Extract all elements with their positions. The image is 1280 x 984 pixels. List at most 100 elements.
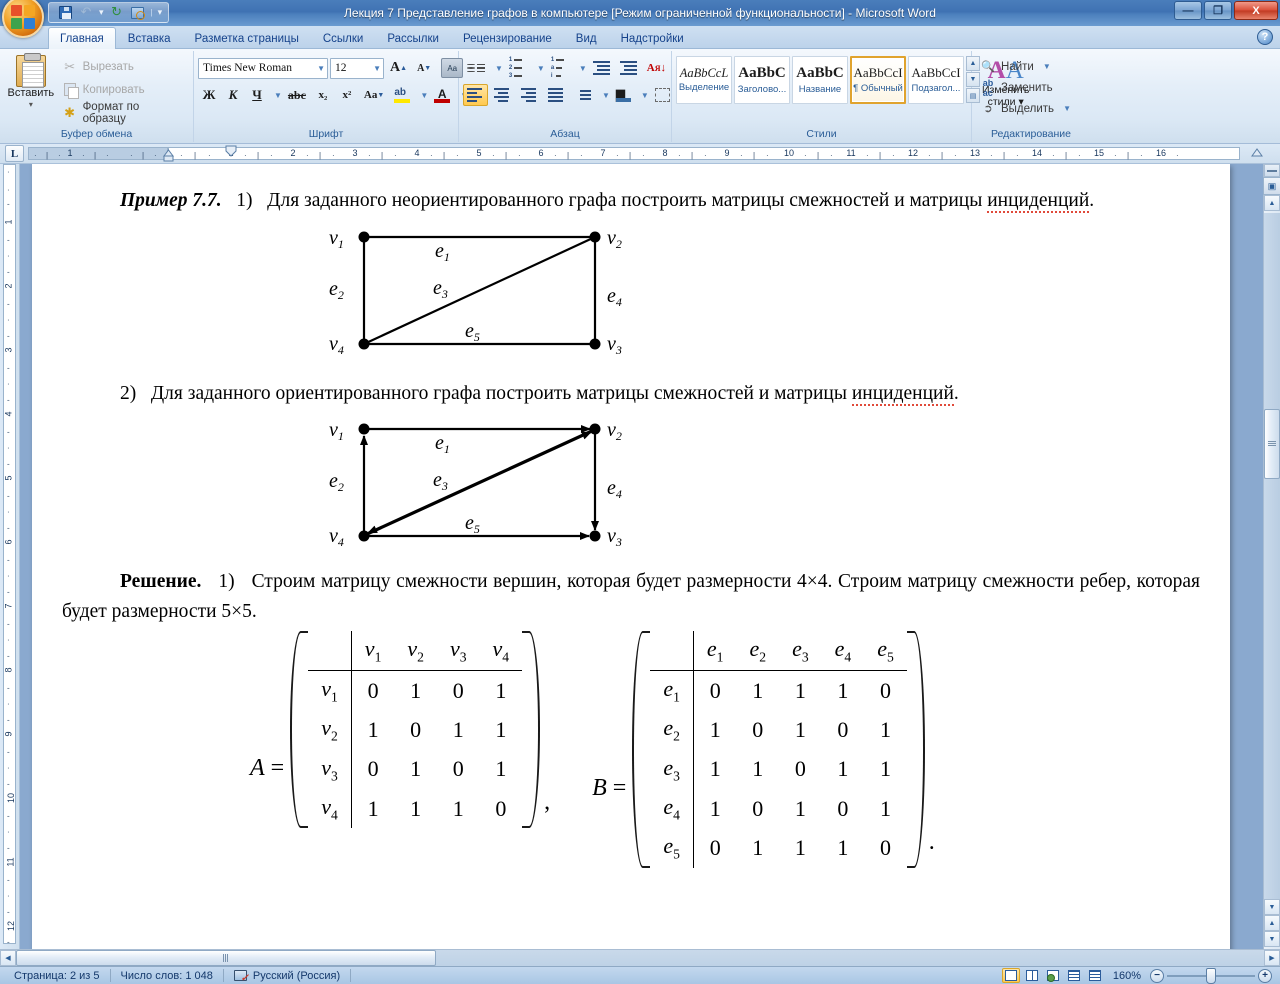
find-button[interactable]: 🔍 Найти ▼	[976, 56, 1055, 77]
document-canvas[interactable]: Пример 7.7. 1) Для заданного неориентиро…	[20, 164, 1263, 949]
highlight-dropdown-caret[interactable]: ▼	[416, 91, 428, 100]
redo-button[interactable]: ↻	[109, 5, 125, 21]
language-indicator[interactable]: ✓ Русский (Россия)	[224, 967, 350, 984]
view-print-layout-button[interactable]	[1001, 968, 1020, 983]
paste-dropdown-caret[interactable]: ▾	[29, 100, 33, 109]
view-web-layout-button[interactable]	[1044, 968, 1062, 983]
align-center-button[interactable]	[490, 84, 515, 106]
bullets-dropdown-caret[interactable]: ▼	[491, 64, 503, 73]
previous-page-button[interactable]: ▲	[1264, 915, 1280, 931]
page-indicator[interactable]: Страница: 2 из 5	[4, 967, 110, 984]
find-dropdown-caret[interactable]: ▼	[1039, 62, 1051, 71]
zoom-level[interactable]: 160%	[1107, 970, 1147, 982]
zoom-in-button[interactable]: +	[1258, 968, 1272, 983]
tab-stop-selector[interactable]: L	[5, 145, 24, 162]
style-item-subtitle[interactable]: AaBbCcI Подзагол...	[908, 56, 964, 104]
horizontal-scrollbar-thumb[interactable]	[16, 950, 436, 966]
sort-button[interactable]: АЯ↓	[643, 57, 670, 79]
superscript-button[interactable]: x²	[336, 84, 358, 106]
text-highlight-button[interactable]: ab	[390, 84, 414, 106]
bold-button[interactable]: Ж	[198, 84, 220, 106]
tab-mailings[interactable]: Рассылки	[375, 28, 451, 49]
document-page[interactable]: Пример 7.7. 1) Для заданного неориентиро…	[32, 164, 1230, 949]
undo-button[interactable]: ↶	[78, 5, 94, 21]
tab-review[interactable]: Рецензирование	[451, 28, 564, 49]
subscript-button[interactable]: x₂	[312, 84, 334, 106]
grow-font-button[interactable]: A ▲	[386, 57, 411, 79]
paste-button[interactable]: Вставить ▾	[4, 53, 58, 109]
paragraph-solution[interactable]: Решение. 1) Строим матрицу смежности вер…	[62, 567, 1200, 626]
borders-button[interactable]	[651, 84, 674, 106]
underline-button[interactable]: Ч	[246, 84, 268, 106]
scroll-left-button[interactable]: ◀	[0, 950, 16, 966]
tab-page-layout[interactable]: Разметка страницы	[183, 28, 311, 49]
first-line-indent-marker[interactable]	[223, 145, 239, 157]
ruler-strip[interactable]: 1 |· ·| ·· ·|· 1 ·|· ·|· 2 ·|· 3 ·|· 4 ·…	[28, 145, 1263, 162]
minimize-button[interactable]: —	[1174, 1, 1202, 20]
font-color-button[interactable]: A	[430, 84, 454, 106]
format-painter-button[interactable]: ✱ Формат по образцу	[58, 101, 189, 125]
scroll-down-button[interactable]: ▼	[1264, 899, 1280, 915]
select-dropdown-caret[interactable]: ▼	[1059, 104, 1071, 113]
style-item-normal[interactable]: AaBbCcI ¶ Обычный	[850, 56, 906, 104]
zoom-slider[interactable]	[1167, 967, 1255, 984]
vertical-scrollbar[interactable]: ▣ ▲ ▼ ▲ ▼	[1263, 164, 1280, 949]
scroll-right-button[interactable]: ▶	[1264, 950, 1280, 966]
select-browse-object-button[interactable]: ▣	[1263, 177, 1280, 195]
italic-button[interactable]: К	[222, 84, 244, 106]
horizontal-scrollbar[interactable]: ◀ ▶	[0, 949, 1280, 966]
scroll-up-button[interactable]: ▲	[1264, 195, 1280, 211]
underline-dropdown-caret[interactable]: ▼	[270, 91, 282, 100]
shrink-font-button[interactable]: A ▼	[413, 57, 435, 79]
justify-button[interactable]	[544, 84, 569, 106]
left-indent-marker[interactable]	[160, 145, 178, 162]
horizontal-scrollbar-track[interactable]	[16, 950, 1264, 966]
style-item-heading[interactable]: AaBbC Заголово...	[734, 56, 790, 104]
tab-insert[interactable]: Вставка	[116, 28, 183, 49]
tab-references[interactable]: Ссылки	[311, 28, 376, 49]
tab-addins[interactable]: Надстройки	[609, 28, 696, 49]
undo-dropdown-caret[interactable]: ▾	[99, 7, 104, 18]
document-content[interactable]: Пример 7.7. 1) Для заданного неориентиро…	[32, 164, 1230, 868]
help-icon[interactable]: ?	[1257, 29, 1273, 45]
split-window-handle[interactable]	[1264, 164, 1280, 177]
replace-button[interactable]: ab ac Заменить	[976, 77, 1057, 98]
style-item-emphasis[interactable]: AaBbCcL Выделение	[676, 56, 732, 104]
copy-button[interactable]: Копировать	[58, 79, 189, 100]
change-case-button[interactable]: Aa ▼	[360, 84, 388, 106]
multilevel-list-button[interactable]: 1ai	[547, 57, 573, 79]
paragraph-example-2[interactable]: 2) Для заданного ориентированного графа …	[62, 379, 1200, 409]
tab-view[interactable]: Вид	[564, 28, 609, 49]
align-right-button[interactable]	[517, 84, 542, 106]
view-outline-button[interactable]	[1065, 968, 1083, 983]
align-left-button[interactable]	[463, 84, 488, 106]
zoom-slider-thumb[interactable]	[1206, 967, 1216, 984]
bullets-button[interactable]	[463, 57, 489, 79]
restore-button[interactable]: ❐	[1204, 1, 1232, 20]
multilevel-dropdown-caret[interactable]: ▼	[575, 64, 587, 73]
select-button[interactable]: ➲ Выделить ▼	[976, 98, 1075, 119]
paragraph-example-1[interactable]: Пример 7.7. 1) Для заданного неориентиро…	[62, 186, 1200, 216]
view-full-screen-reading-button[interactable]	[1023, 968, 1041, 983]
line-spacing-button[interactable]	[571, 84, 596, 106]
vertical-ruler[interactable]: · 1 · - - · 2 - - · 3 - - · 4 - - · 5 - - · 6 - - · …	[0, 164, 20, 949]
word-count-indicator[interactable]: Число слов: 1 048	[111, 967, 223, 984]
shading-dropdown-caret[interactable]: ▼	[637, 91, 649, 100]
line-spacing-dropdown-caret[interactable]: ▼	[598, 91, 610, 100]
decrease-indent-button[interactable]	[589, 57, 614, 79]
increase-indent-button[interactable]	[616, 57, 641, 79]
shading-button[interactable]: ▇	[612, 84, 635, 106]
numbering-dropdown-caret[interactable]: ▼	[533, 64, 545, 73]
print-preview-button[interactable]	[130, 5, 146, 21]
numbering-button[interactable]: 123	[505, 57, 531, 79]
tab-home[interactable]: Главная	[48, 27, 116, 49]
vertical-scrollbar-thumb[interactable]	[1264, 409, 1280, 479]
font-name-combo[interactable]: Times New Roman ▼	[198, 57, 328, 79]
next-page-button[interactable]: ▼	[1264, 931, 1280, 947]
view-draft-button[interactable]	[1086, 968, 1104, 983]
save-button[interactable]	[57, 5, 73, 21]
font-size-combo[interactable]: 12 ▼	[330, 57, 384, 79]
strikethrough-button[interactable]: abc	[284, 84, 310, 106]
horizontal-ruler[interactable]: L 1 |· ·| ·· ·|· 1 ·|· ·|· 2 ·|· 3 ·|· 4…	[0, 144, 1280, 164]
right-indent-marker[interactable]	[1250, 145, 1264, 157]
